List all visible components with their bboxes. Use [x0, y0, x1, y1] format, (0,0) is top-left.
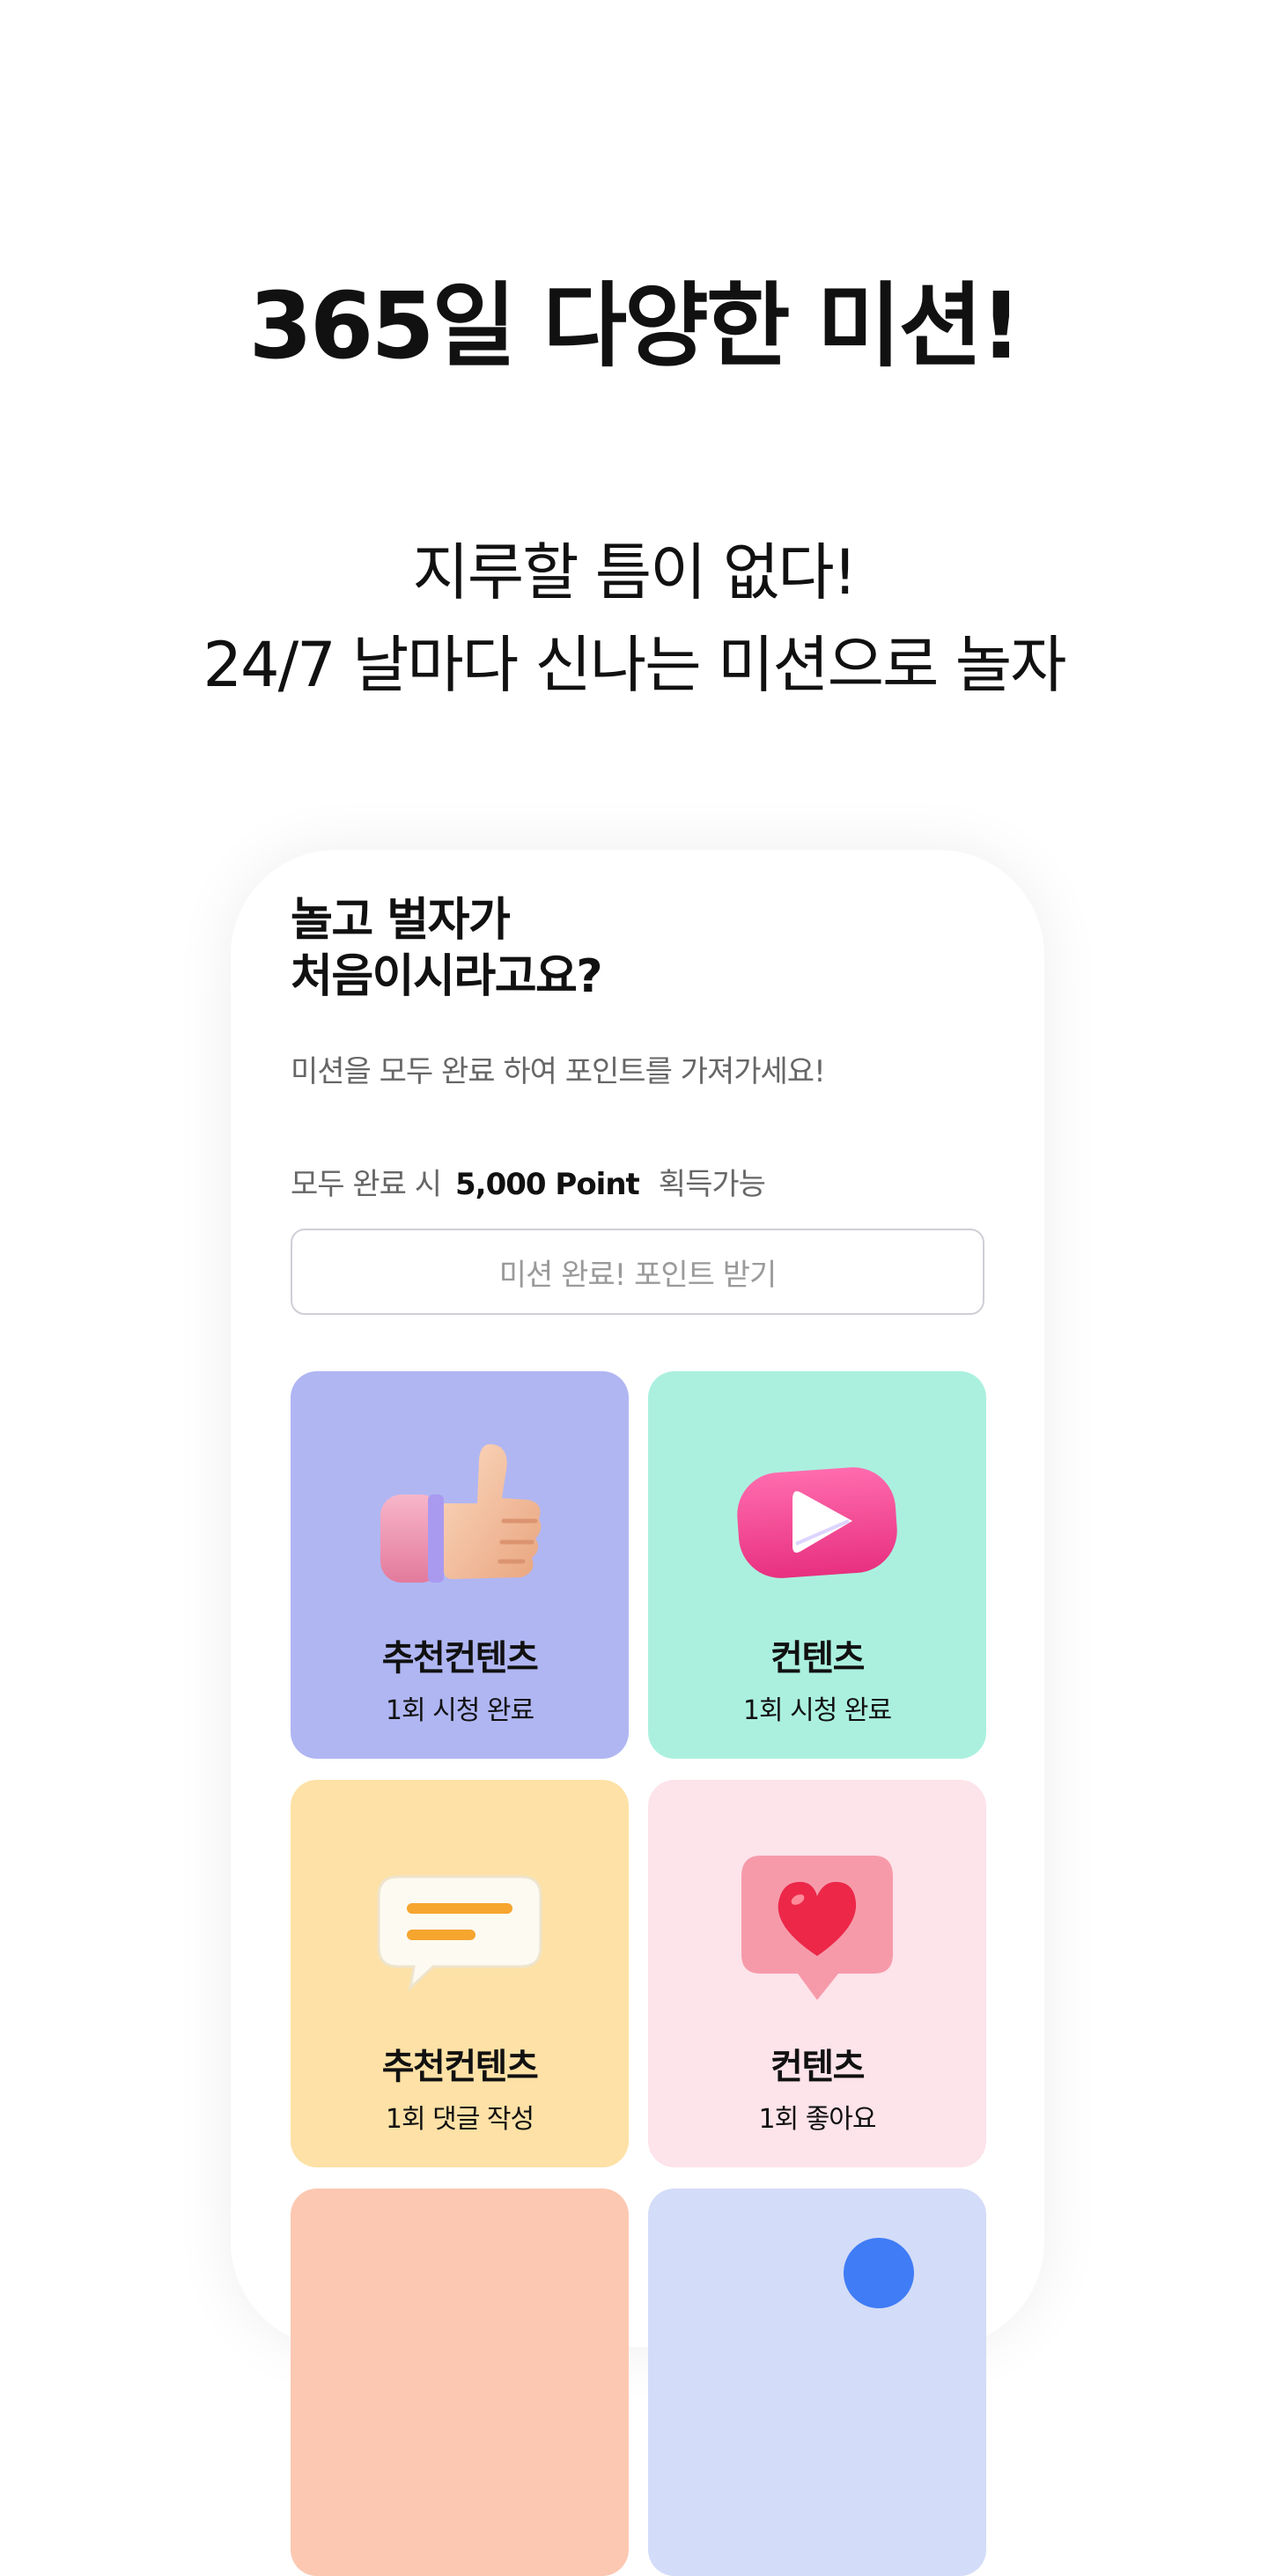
- heart-bubble-icon: [741, 1856, 893, 2000]
- mission-title: 컨텐츠: [770, 1638, 865, 1679]
- mission-tile-recommended-comment[interactable]: 추천컨텐츠 1회 댓글 작성: [291, 1780, 629, 2167]
- card-title: 놀고 벌자가 처음이시라고요?: [291, 892, 603, 1005]
- location-pin-icon: [844, 2238, 914, 2308]
- reward-suffix: 획득가능: [658, 1167, 766, 1202]
- speech-bubble-icon: [377, 1875, 542, 1992]
- mission-tile-recommended-watch[interactable]: 추천컨텐츠 1회 시청 완료: [291, 1371, 629, 1759]
- mission-tile-6[interactable]: [648, 2188, 986, 2576]
- play-icon: [737, 1467, 897, 1578]
- card-title-line-1: 놀고 벌자가: [291, 894, 511, 947]
- mission-title: 컨텐츠: [770, 2047, 865, 2087]
- mission-subtitle: 1회 시청 완료: [385, 1695, 534, 1726]
- phone-mockup: 놀고 벌자가 처음이시라고요? 미션을 모두 완료 하여 포인트를 가져가세요!…: [231, 850, 1044, 2576]
- subline-1: 지루할 틈이 없다!: [412, 536, 857, 609]
- mission-title: 추천컨텐츠: [381, 2047, 539, 2087]
- subline-2: 24/7 날마다 신나는 미션으로 놀자: [203, 629, 1067, 701]
- mission-subtitle: 1회 댓글 작성: [385, 2104, 534, 2135]
- reward-points: 5,000 Point: [455, 1167, 640, 1202]
- page-headline: 365일 다양한 미션!: [248, 272, 1021, 380]
- mission-subtitle: 1회 시청 완료: [742, 1695, 892, 1726]
- card-title-line-2: 처음이시라고요?: [291, 950, 603, 1003]
- thumbs-up-icon: [380, 1443, 542, 1583]
- mission-subtitle: 1회 좋아요: [758, 2104, 876, 2135]
- card-description: 미션을 모두 완료 하여 포인트를 가져가세요!: [291, 1054, 826, 1089]
- mission-title: 추천컨텐츠: [381, 1638, 539, 1679]
- mission-tile-5[interactable]: [291, 2188, 629, 2576]
- reward-prefix: 모두 완료 시: [291, 1167, 442, 1202]
- claim-points-button[interactable]: 미션 완료! 포인트 받기: [291, 1229, 984, 1315]
- reward-row: 모두 완료 시 5,000 Point 획득가능: [291, 1163, 766, 1207]
- mission-tile-content-like[interactable]: 컨텐츠 1회 좋아요: [648, 1780, 986, 2167]
- mission-tile-content-watch[interactable]: 컨텐츠 1회 시청 완료: [648, 1371, 986, 1759]
